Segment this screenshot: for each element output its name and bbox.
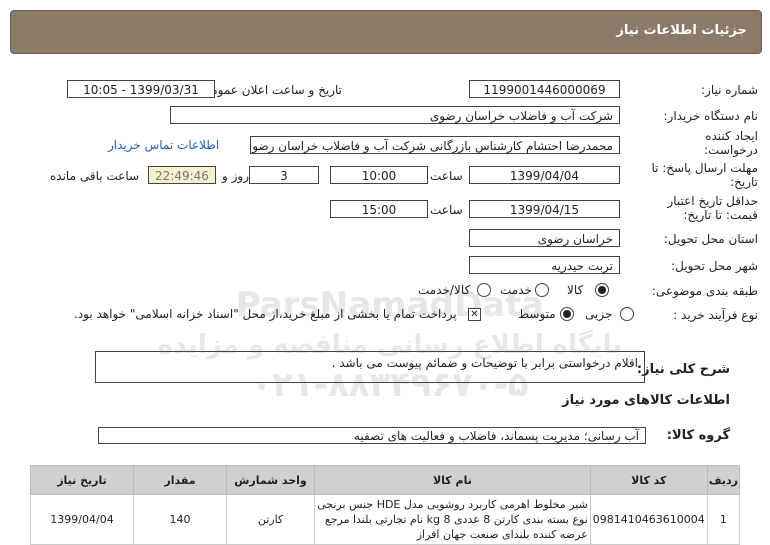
need-number-field: 1199001446000069: [469, 80, 620, 98]
category-both-radio[interactable]: [477, 283, 491, 297]
cell-qty: 140: [133, 494, 227, 545]
need-number-label: شماره نیاز:: [701, 83, 758, 97]
process-medium-radio[interactable]: [560, 307, 574, 321]
page-title: جزئیات اطلاعات نیاز: [616, 23, 747, 38]
col-name: نام کالا: [314, 465, 591, 495]
payment-note: پرداخت تمام یا بخشی از مبلغ خرید،از محل …: [74, 307, 457, 321]
col-code: کد کالا: [589, 465, 708, 495]
creator-field: محمدرضا احتشام کارشناس بازرگانی شرکت آب …: [250, 136, 620, 154]
table-row: 1 0981410463610004 شیر مخلوط اهرمی کاربر…: [30, 494, 741, 545]
category-both-label: کالا/خدمت: [418, 283, 471, 297]
goods-table: ردیف کد کالا نام کالا واحد شمارش مقدار ت…: [30, 465, 741, 545]
treasury-checkbox[interactable]: ✕: [468, 308, 481, 321]
remaining-time-field: 22:49:46: [148, 166, 216, 184]
province-label: استان محل تحویل:: [663, 232, 758, 246]
announce-field: 1399/03/31 - 10:05: [67, 80, 215, 98]
validity-time-label: ساعت: [430, 203, 463, 217]
cell-unit: کارتن: [226, 494, 315, 545]
announce-label: تاریخ و ساعت اعلان عمومی:: [197, 83, 342, 97]
buyer-field: شرکت آب و فاضلاب خراسان رضوی: [170, 106, 620, 124]
category-goods-radio[interactable]: [595, 283, 609, 297]
process-partial-label: جزیی: [585, 307, 613, 321]
goods-group-label: گروه کالا:: [666, 428, 730, 443]
goods-group-field: آب رسانی؛ مدیریت پسماند، فاضلاب و فعالیت…: [98, 427, 646, 444]
cell-row: 1: [706, 494, 741, 545]
creator-label: ایجاد کننده درخواست:: [704, 129, 758, 157]
process-partial-radio[interactable]: [620, 307, 634, 321]
province-field: خراسان رضوی: [469, 229, 620, 247]
page-header: جزئیات اطلاعات نیاز: [10, 10, 762, 54]
col-row: ردیف: [706, 465, 741, 495]
remaining-label: ساعت باقی مانده: [50, 169, 140, 183]
buyer-contact-link[interactable]: اطلاعات تماس خریدار: [108, 138, 219, 152]
validity-label: حداقل تاریخ اعتبار قیمت: تا تاریخ:: [667, 194, 758, 222]
city-field: تربت حیدریه: [469, 256, 620, 274]
reply-time-label: ساعت: [430, 169, 463, 183]
validity-date-field: 1399/04/15: [469, 200, 620, 218]
process-medium-label: متوسط: [518, 307, 556, 321]
reply-deadline-label: مهلت ارسال پاسخ: تا تاریخ:: [651, 161, 758, 189]
city-label: شهر محل تحویل:: [671, 259, 758, 273]
description-field: اقلام درخواستی برابر با توضیحات و ضمائم …: [95, 351, 645, 383]
description-label: شرح کلی نیاز:: [636, 362, 730, 377]
col-qty: مقدار: [133, 465, 227, 495]
process-label: نوع فرآیند خرید :: [673, 308, 758, 322]
reply-date-field: 1399/04/04: [469, 166, 620, 184]
buyer-label: نام دستگاه خریدار:: [663, 109, 759, 123]
cell-date: 1399/04/04: [30, 494, 134, 545]
category-goods-label: کالا: [567, 283, 584, 297]
validity-time-field: 15:00: [330, 200, 428, 218]
category-service-radio[interactable]: [535, 283, 549, 297]
days-label: روز و: [222, 169, 249, 183]
category-service-label: خدمت: [500, 283, 532, 297]
watermark: ParsNamadData پایگاه اطلاع رسانی مناقصه …: [157, 285, 623, 405]
col-unit: واحد شمارش: [226, 465, 315, 495]
cell-name: شیر مخلوط اهرمی کاربرد روشویی مدل HDE جن…: [314, 494, 591, 545]
table-header-row: ردیف کد کالا نام کالا واحد شمارش مقدار ت…: [30, 465, 741, 495]
days-field: 3: [249, 166, 319, 184]
cell-code: 0981410463610004: [589, 494, 708, 545]
category-label: طبقه بندی موضوعی:: [651, 284, 758, 298]
reply-time-field: 10:00: [330, 166, 428, 184]
goods-section-title: اطلاعات کالاهای مورد نیاز: [562, 393, 730, 408]
col-date: تاریخ نیاز: [30, 465, 134, 495]
